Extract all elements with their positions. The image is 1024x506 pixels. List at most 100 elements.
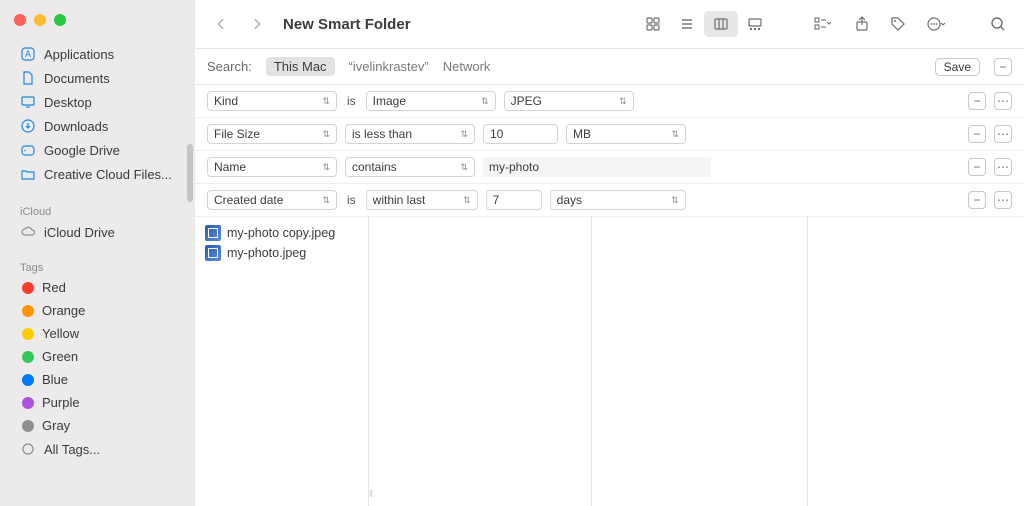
criteria-number-input[interactable]: 10 — [483, 124, 558, 144]
criteria-operator-select[interactable]: is less than⇅ — [345, 124, 475, 144]
sidebar-item-google-drive[interactable]: Google Drive — [8, 138, 187, 162]
all-tags-icon — [20, 441, 36, 457]
chevron-updown-icon: ⇅ — [460, 162, 468, 173]
sidebar-item-applications[interactable]: A Applications — [8, 42, 187, 66]
sidebar-all-tags[interactable]: All Tags... — [8, 437, 187, 461]
window-traffic-lights — [0, 10, 195, 42]
chevron-updown-icon: ⇅ — [463, 195, 471, 206]
svg-text:A: A — [25, 49, 31, 59]
sidebar-tag-green[interactable]: Green — [8, 345, 187, 368]
criteria-unit-select[interactable]: MB⇅ — [566, 124, 686, 144]
documents-icon — [20, 70, 36, 86]
sidebar-item-documents[interactable]: Documents — [8, 66, 187, 90]
image-file-icon — [205, 245, 221, 261]
image-file-icon — [205, 225, 221, 241]
view-icons-button[interactable] — [636, 11, 670, 37]
sidebar-item-icloud-drive[interactable]: iCloud Drive — [8, 220, 187, 244]
view-columns-button[interactable] — [704, 11, 738, 37]
remove-criterion-button[interactable]: − — [968, 125, 986, 143]
sidebar-item-desktop[interactable]: Desktop — [8, 90, 187, 114]
sidebar-tag-red[interactable]: Red — [8, 276, 187, 299]
tags-button[interactable] — [884, 11, 912, 37]
add-criterion-button[interactable]: ⋯ — [994, 191, 1012, 209]
drive-icon — [20, 142, 36, 158]
tag-dot-icon — [22, 374, 34, 386]
nav-back-button[interactable] — [207, 11, 235, 37]
chevron-updown-icon: ⇅ — [322, 129, 330, 140]
remove-criterion-button[interactable]: − — [968, 92, 986, 110]
sidebar-section-label-tags: Tags — [8, 258, 187, 276]
sidebar-item-label: Gray — [42, 418, 70, 433]
criteria-joiner: is — [345, 193, 358, 207]
chevron-updown-icon: ⇅ — [481, 96, 489, 107]
sidebar-item-label: Blue — [42, 372, 68, 387]
criteria-text-input[interactable]: my-photo — [483, 157, 711, 177]
remove-criterion-button[interactable]: − — [968, 191, 986, 209]
tag-dot-icon — [22, 351, 34, 363]
criteria-operator-select[interactable]: contains⇅ — [345, 157, 475, 177]
sidebar-favorites: A Applications Documents Desktop Downloa… — [0, 42, 195, 186]
remove-criterion-button[interactable]: − — [968, 158, 986, 176]
results-column — [808, 217, 1024, 506]
file-row[interactable]: my-photo copy.jpeg — [205, 223, 368, 243]
tag-dot-icon — [22, 282, 34, 294]
sidebar-tag-purple[interactable]: Purple — [8, 391, 187, 414]
sidebar-tag-blue[interactable]: Blue — [8, 368, 187, 391]
remove-scope-button[interactable]: − — [994, 58, 1012, 76]
add-criterion-button[interactable]: ⋯ — [994, 125, 1012, 143]
window-close-button[interactable] — [14, 14, 26, 26]
view-gallery-button[interactable] — [738, 11, 772, 37]
sidebar-tag-orange[interactable]: Orange — [8, 299, 187, 322]
view-list-button[interactable] — [670, 11, 704, 37]
file-row[interactable]: my-photo.jpeg — [205, 243, 368, 263]
sidebar-tags-section: Tags Red Orange Yellow Green Blue Purple… — [0, 258, 195, 461]
tag-dot-icon — [22, 305, 34, 317]
share-button[interactable] — [848, 11, 876, 37]
toolbar: New Smart Folder — [195, 0, 1024, 48]
criteria-value-select[interactable]: JPEG⇅ — [504, 91, 634, 111]
sidebar-scrollbar[interactable] — [187, 144, 193, 202]
add-criterion-button[interactable]: ⋯ — [994, 92, 1012, 110]
tag-dot-icon — [22, 328, 34, 340]
criteria-row: Created date⇅ is within last⇅ 7 days⇅ − … — [195, 184, 1024, 217]
window-minimize-button[interactable] — [34, 14, 46, 26]
sidebar: A Applications Documents Desktop Downloa… — [0, 0, 195, 506]
add-criterion-button[interactable]: ⋯ — [994, 158, 1012, 176]
chevron-updown-icon: ⇅ — [619, 96, 627, 107]
search-button[interactable] — [984, 11, 1012, 37]
group-by-button[interactable] — [806, 11, 840, 37]
criteria-number-input[interactable]: 7 — [486, 190, 542, 210]
nav-forward-button[interactable] — [243, 11, 271, 37]
search-scope-this-mac[interactable]: This Mac — [266, 57, 335, 76]
folder-icon — [20, 166, 36, 182]
criteria-attribute-select[interactable]: Kind⇅ — [207, 91, 337, 111]
criteria-attribute-select[interactable]: Name⇅ — [207, 157, 337, 177]
criteria-attribute-select[interactable]: Created date⇅ — [207, 190, 337, 210]
file-name: my-photo.jpeg — [227, 246, 306, 260]
search-criteria: Kind⇅ is Image⇅ JPEG⇅ − ⋯ File Size⇅ is … — [195, 85, 1024, 217]
sidebar-item-label: Downloads — [44, 119, 108, 134]
criteria-attribute-select[interactable]: File Size⇅ — [207, 124, 337, 144]
criteria-row: Kind⇅ is Image⇅ JPEG⇅ − ⋯ — [195, 85, 1024, 118]
criteria-row: File Size⇅ is less than⇅ 10 MB⇅ − ⋯ — [195, 118, 1024, 151]
save-button[interactable]: Save — [935, 58, 980, 76]
chevron-updown-icon: ⇅ — [671, 129, 679, 140]
criteria-operator-select[interactable]: Image⇅ — [366, 91, 496, 111]
sidebar-item-downloads[interactable]: Downloads — [8, 114, 187, 138]
sidebar-item-creative-cloud[interactable]: Creative Cloud Files... — [8, 162, 187, 186]
search-scope-network[interactable]: Network — [443, 59, 491, 74]
sidebar-section-label-icloud: iCloud — [8, 202, 187, 220]
sidebar-item-label: Applications — [44, 47, 114, 62]
chevron-updown-icon: ⇅ — [460, 129, 468, 140]
search-scope-user[interactable]: “ivelinkrastev” — [349, 59, 429, 74]
window-maximize-button[interactable] — [54, 14, 66, 26]
criteria-unit-select[interactable]: days⇅ — [550, 190, 686, 210]
sidebar-tag-gray[interactable]: Gray — [8, 414, 187, 437]
more-actions-button[interactable] — [920, 11, 954, 37]
chevron-updown-icon: ⇅ — [322, 96, 330, 107]
sidebar-tag-yellow[interactable]: Yellow — [8, 322, 187, 345]
criteria-operator-select[interactable]: within last⇅ — [366, 190, 478, 210]
applications-icon: A — [20, 46, 36, 62]
sidebar-item-label: Documents — [44, 71, 110, 86]
sidebar-item-label: Creative Cloud Files... — [44, 167, 172, 182]
